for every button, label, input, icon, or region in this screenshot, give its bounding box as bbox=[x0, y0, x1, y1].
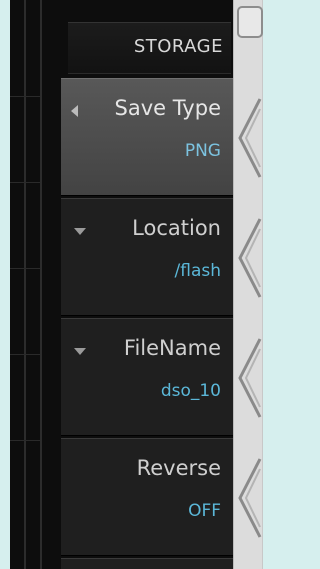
filename-label: FileName bbox=[123, 336, 221, 360]
grid-line bbox=[10, 182, 40, 183]
menu-title: STORAGE bbox=[133, 36, 223, 57]
softkey-3[interactable] bbox=[234, 335, 262, 421]
reverse-label: Reverse bbox=[136, 456, 221, 480]
menu-item-filename[interactable]: FileName dso_10 bbox=[61, 318, 233, 436]
menu-item-reverse[interactable]: Reverse OFF bbox=[61, 438, 233, 556]
grid-line bbox=[10, 96, 40, 97]
down-triangle-icon bbox=[74, 228, 86, 235]
location-label: Location bbox=[132, 216, 221, 240]
menu-header: STORAGE bbox=[68, 22, 231, 74]
grid-line bbox=[10, 354, 40, 355]
chevron-softkey-icon bbox=[238, 338, 262, 418]
chevron-softkey-icon bbox=[238, 98, 262, 178]
reverse-value: OFF bbox=[188, 501, 221, 521]
save-type-label: Save Type bbox=[114, 96, 221, 120]
softkey-1[interactable] bbox=[234, 95, 262, 181]
grid-line bbox=[10, 268, 40, 269]
grid-line bbox=[10, 440, 40, 441]
location-value: /flash bbox=[174, 261, 221, 281]
down-triangle-icon bbox=[74, 348, 86, 355]
menu-item-location[interactable]: Location /flash bbox=[61, 198, 233, 316]
chevron-softkey-icon bbox=[238, 218, 262, 298]
save-type-value: PNG bbox=[184, 141, 221, 161]
display-rail bbox=[40, 0, 42, 569]
softkey-strip bbox=[233, 0, 263, 569]
filename-value: dso_10 bbox=[160, 381, 221, 401]
display-rail bbox=[24, 0, 26, 569]
menu-item-next[interactable] bbox=[61, 558, 233, 569]
oscilloscope-menu-panel: STORAGE Save Type PNG Location /flash Fi… bbox=[10, 0, 233, 569]
menu-item-save-type[interactable]: Save Type PNG bbox=[61, 78, 233, 196]
softkey-4[interactable] bbox=[234, 455, 262, 541]
left-triangle-icon bbox=[71, 105, 78, 117]
softkey-top-button[interactable] bbox=[237, 6, 263, 38]
chevron-softkey-icon bbox=[238, 458, 262, 538]
softkey-2[interactable] bbox=[234, 215, 262, 301]
